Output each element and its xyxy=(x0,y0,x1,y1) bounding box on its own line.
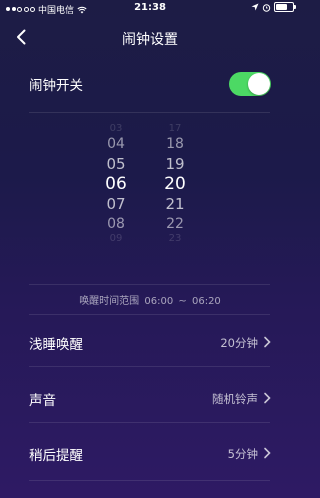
setting-value: 随机铃声 xyxy=(212,392,258,406)
divider xyxy=(29,314,270,315)
wake-range-separator: ~ xyxy=(178,296,187,307)
picker-hour-item[interactable]: 07 xyxy=(96,194,136,214)
setting-value: 5分钟 xyxy=(227,447,258,461)
toggle-knob xyxy=(248,73,270,95)
status-right xyxy=(251,2,296,12)
wake-range-end: 06:20 xyxy=(191,296,221,307)
divider xyxy=(29,284,270,285)
snooze-row[interactable]: 稍后提醒 5分钟 xyxy=(0,431,300,475)
wake-range-start: 06:00 xyxy=(144,296,174,307)
picker-minute-item[interactable]: 18 xyxy=(155,134,195,154)
location-arrow-icon xyxy=(251,3,259,11)
picker-hour-item[interactable]: 03 xyxy=(96,124,136,134)
picker-minute-item[interactable]: 22 xyxy=(155,214,195,234)
time-picker[interactable]: 03 04 05 06 07 08 09 17 18 19 20 21 22 2… xyxy=(0,124,300,264)
picker-minute-item[interactable]: 23 xyxy=(155,234,195,244)
battery-icon xyxy=(274,2,296,12)
divider xyxy=(29,480,270,481)
chevron-right-icon xyxy=(264,392,271,404)
chevron-right-icon xyxy=(264,336,271,348)
hour-wheel[interactable]: 03 04 05 06 07 08 09 xyxy=(96,124,136,244)
setting-label: 稍后提醒 xyxy=(29,448,83,464)
selected-hour[interactable]: 06 xyxy=(96,174,136,194)
light-sleep-wake-row[interactable]: 浅睡唤醒 20分钟 xyxy=(0,320,300,364)
picker-hour-item[interactable]: 05 xyxy=(96,154,136,174)
wake-range-label: 唤醒时间范围 xyxy=(79,296,140,307)
picker-hour-item[interactable]: 09 xyxy=(96,234,136,244)
divider xyxy=(29,422,270,423)
picker-hour-item[interactable]: 04 xyxy=(96,134,136,154)
alarm-toggle[interactable] xyxy=(229,72,271,96)
minute-wheel[interactable]: 17 18 19 20 21 22 23 xyxy=(155,124,195,244)
divider xyxy=(29,112,270,113)
status-bar: 中国电信 21:38 xyxy=(0,0,300,16)
picker-minute-item[interactable]: 17 xyxy=(155,124,195,134)
wake-range-text: 唤醒时间范围 06:00 ~ 06:20 xyxy=(0,292,300,307)
divider xyxy=(29,366,270,367)
setting-value: 20分钟 xyxy=(220,336,258,350)
picker-minute-item[interactable]: 19 xyxy=(155,154,195,174)
setting-label: 声音 xyxy=(29,393,56,409)
alarm-clock-icon xyxy=(262,3,271,12)
picker-hour-item[interactable]: 08 xyxy=(96,214,136,234)
setting-label: 浅睡唤醒 xyxy=(29,337,83,353)
alarm-switch-label: 闹钟开关 xyxy=(29,78,83,94)
page-title: 闹钟设置 xyxy=(122,32,178,48)
picker-minute-item[interactable]: 21 xyxy=(155,194,195,214)
chevron-right-icon xyxy=(264,447,271,459)
alarm-switch-row: 闹钟开关 xyxy=(0,64,300,104)
selected-minute[interactable]: 20 xyxy=(155,174,195,194)
navigation-bar: 闹钟设置 xyxy=(0,20,300,56)
sound-row[interactable]: 声音 随机铃声 xyxy=(0,376,300,420)
